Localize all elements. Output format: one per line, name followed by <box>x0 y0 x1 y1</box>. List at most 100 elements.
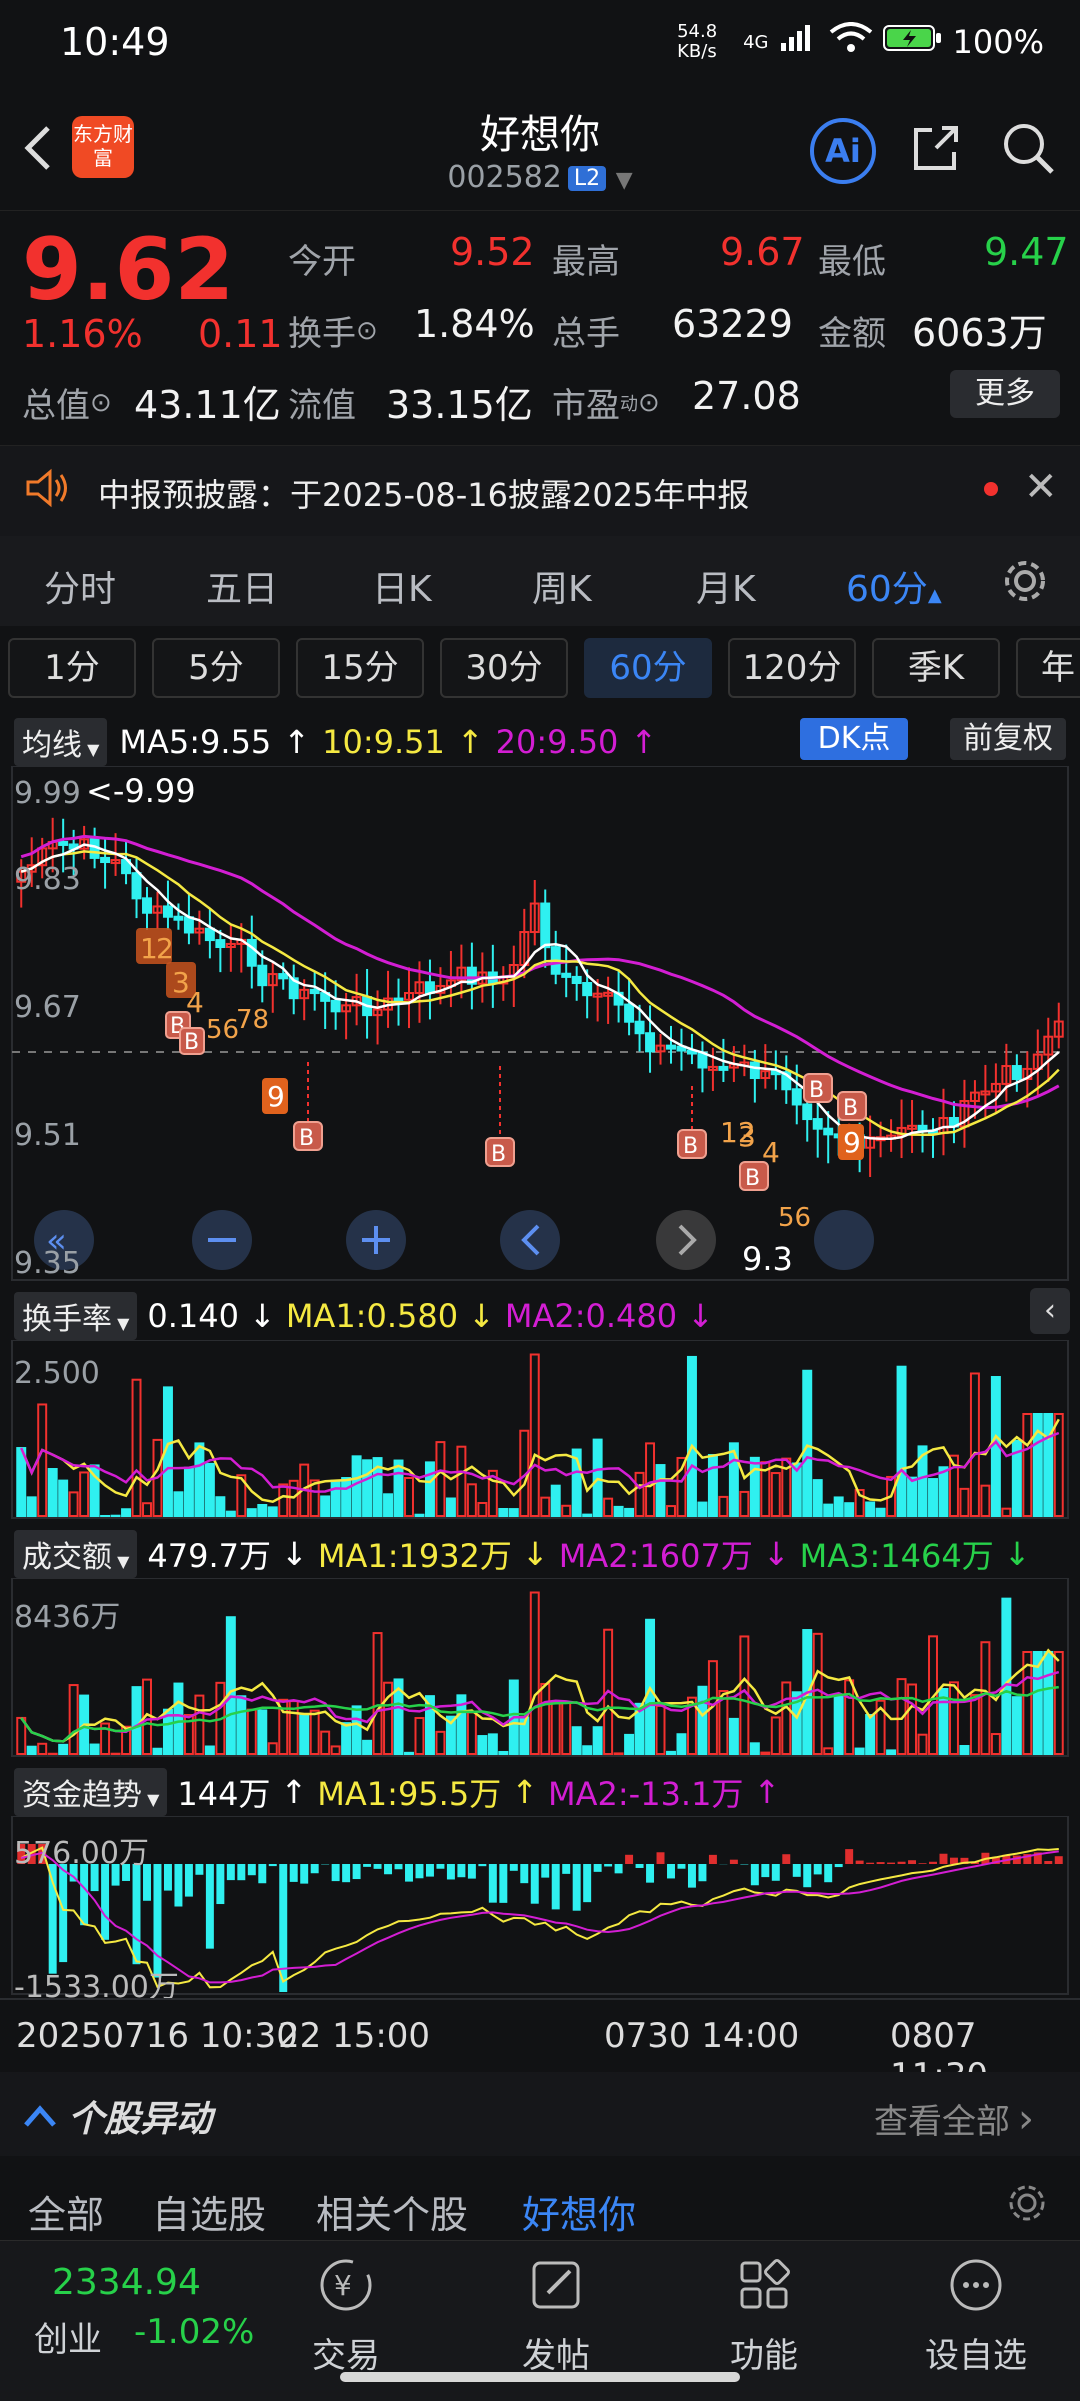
nav-post[interactable]: 发帖 <box>496 2328 616 2377</box>
ma10-value: 10:9.51 <box>322 723 445 761</box>
fund-bar <box>761 1864 769 1877</box>
fund-bar <box>877 1862 885 1864</box>
volume-label: 总手 <box>552 306 620 355</box>
volume-bar <box>719 1497 727 1516</box>
volume-bar <box>80 1472 88 1516</box>
fund-bar <box>353 1864 361 1879</box>
volume-bar <box>824 1748 832 1754</box>
chevron-down-icon: ▼ <box>112 1314 129 1333</box>
nav-function[interactable]: 功能 <box>704 2328 824 2377</box>
fast-forward-button[interactable] <box>814 1210 874 1270</box>
scroll-right-button[interactable] <box>656 1210 716 1270</box>
fund-bar <box>730 1860 738 1864</box>
volume-bar <box>195 1443 203 1516</box>
adjust-button[interactable]: 前复权 <box>950 718 1066 760</box>
tab-watchlist[interactable]: 自选股 <box>152 2184 266 2239</box>
interval-30min[interactable]: 30分 <box>440 638 568 698</box>
candle-body <box>541 904 549 948</box>
volume-value: 63229 <box>672 302 793 346</box>
marker-label: 2 <box>156 932 174 965</box>
amount-selector[interactable]: 成交额 ▼ <box>14 1530 137 1578</box>
tab-minute[interactable]: 分时 <box>44 560 116 612</box>
volume-bar <box>415 1515 423 1516</box>
status-icons: 54.8 KB/s 4G 100% <box>677 22 1044 62</box>
fund-bar <box>311 1864 319 1873</box>
more-button[interactable]: 更多 <box>950 370 1060 418</box>
fund-ma1: MA1:95.5万 <box>317 1769 501 1815</box>
tab-week-k[interactable]: 周K <box>532 560 592 612</box>
interval-quarter-k[interactable]: 季K <box>872 638 1000 698</box>
fund-bar <box>510 1864 518 1871</box>
gear-icon <box>1000 556 1050 606</box>
fund-y-top: 576.00万 <box>14 1828 149 1872</box>
tab-related[interactable]: 相关个股 <box>316 2184 468 2239</box>
fund-bar <box>583 1864 591 1902</box>
info-icon: ⊙ <box>356 316 378 346</box>
candle-body <box>332 1001 340 1011</box>
fund-legend: 资金趋势 ▼ 144万↑ MA1:95.5万↑ MA2:-13.1万↑ <box>14 1768 780 1816</box>
volume-bar <box>573 1727 581 1754</box>
fund-bar <box>290 1864 298 1882</box>
fund-bar <box>216 1864 224 1904</box>
nav-trade[interactable]: 交易 <box>286 2328 406 2377</box>
low-price-mark: 9.3 <box>742 1240 793 1278</box>
turnover-value: 1.84% <box>414 302 535 346</box>
up-arrow-icon: ↑ <box>753 1773 780 1811</box>
search-button[interactable] <box>1000 120 1056 176</box>
tab-60min[interactable]: 60分▲ <box>846 560 942 612</box>
turnover-selector[interactable]: 换手率 ▼ <box>14 1292 137 1340</box>
nav-add-watchlist[interactable]: 设自选 <box>916 2328 1036 2377</box>
dk-point-button[interactable]: DK点 <box>800 718 908 760</box>
index-value[interactable]: 2334.94 <box>52 2262 201 2303</box>
volume-bar <box>541 1498 549 1516</box>
tab-all[interactable]: 全部 <box>28 2184 104 2239</box>
collapse-panel-button[interactable]: ‹ <box>1030 1288 1070 1334</box>
fund-bar <box>447 1864 455 1879</box>
scroll-left-button[interactable] <box>500 1210 560 1270</box>
tab-day-k[interactable]: 日K <box>372 560 432 612</box>
view-all-link[interactable]: 查看全部› <box>874 2094 1034 2143</box>
fund-bar <box>258 1864 266 1883</box>
high-price-mark: <-9.99 <box>86 772 196 810</box>
interval-15min[interactable]: 15分 <box>296 638 424 698</box>
volume-bar <box>835 1695 843 1754</box>
fund-bar <box>782 1854 790 1864</box>
volume-bar <box>279 1484 287 1516</box>
movers-settings-button[interactable] <box>1004 2180 1050 2230</box>
tab-month-k[interactable]: 月K <box>696 560 756 612</box>
volume-bar <box>321 1496 329 1516</box>
fund-selector[interactable]: 资金趋势 ▼ <box>14 1768 167 1816</box>
tab-this-stock[interactable]: 好想你 <box>522 2184 636 2239</box>
interval-year-k[interactable]: 年 <box>1016 638 1080 698</box>
interval-1min[interactable]: 1分 <box>8 638 136 698</box>
volume-bar <box>248 1710 256 1754</box>
volume-bar <box>877 1509 885 1516</box>
volume-bar <box>510 1509 518 1516</box>
volume-bar <box>908 1478 916 1516</box>
interval-60min[interactable]: 60分 <box>584 638 712 698</box>
candle-body <box>101 858 109 862</box>
interval-5min[interactable]: 5分 <box>152 638 280 698</box>
share-button[interactable] <box>910 122 962 174</box>
volume-bar <box>824 1505 832 1516</box>
ai-button[interactable]: Ai <box>810 118 876 184</box>
volume-bar <box>363 1460 371 1516</box>
tab-five-day[interactable]: 五日 <box>206 560 278 612</box>
movers-toggle[interactable]: 个股异动 <box>22 2090 212 2142</box>
candle-body <box>311 990 319 993</box>
close-notice-button[interactable]: ✕ <box>1024 464 1058 510</box>
settings-button[interactable] <box>1000 556 1050 610</box>
ma-selector[interactable]: 均线 ▼ <box>14 718 107 766</box>
marker-label: B <box>299 1126 314 1151</box>
fund-bar <box>835 1864 843 1867</box>
post-icon <box>526 2255 586 2315</box>
volume-bar <box>468 1712 476 1754</box>
volume-bar <box>185 1468 193 1516</box>
fund-bar <box>531 1864 539 1904</box>
kline-chart[interactable]: 1 2 3 4 B B 56 78 9 B B B 12 3 4 B B B 9… <box>0 766 1080 1281</box>
fund-bar <box>468 1864 476 1879</box>
down-arrow-icon: ↓ <box>281 1535 308 1573</box>
float-cap-label: 流值 <box>288 378 356 427</box>
volume-bar <box>1023 1414 1031 1516</box>
interval-120min[interactable]: 120分 <box>728 638 856 698</box>
